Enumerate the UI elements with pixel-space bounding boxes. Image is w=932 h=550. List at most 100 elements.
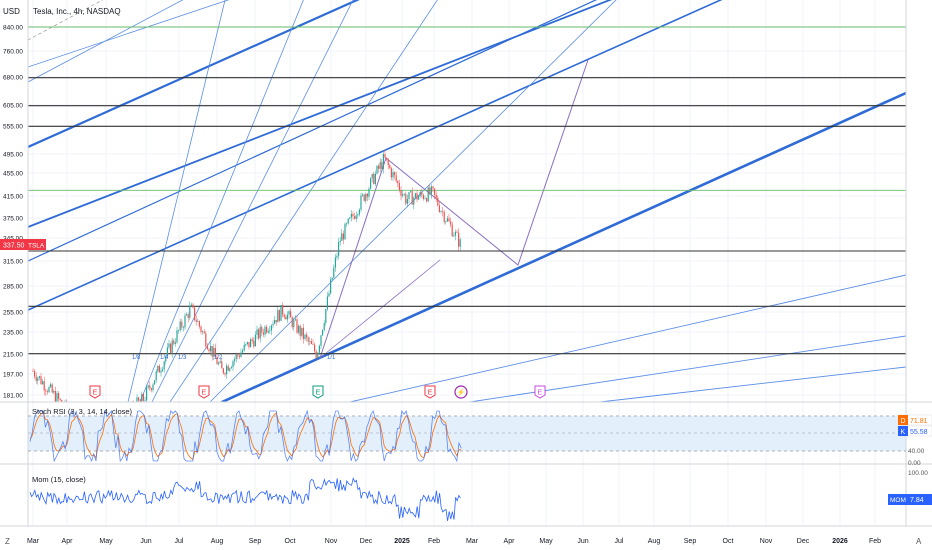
price-axis-label: 197.00	[3, 372, 23, 379]
event-marker-earnings-future[interactable]: E	[534, 385, 546, 399]
mom-axis-top: 100.00	[908, 470, 928, 477]
time-axis-label: 2025	[394, 538, 410, 545]
candle-body	[448, 218, 450, 222]
chart-canvas[interactable]: 1/8 1/4 1/3 1/2 1/1 E E E E ⚡ E 840.00 760.00 680.0…	[0, 0, 932, 550]
price-axis-label: 605.00	[3, 103, 23, 110]
candle-body	[451, 224, 453, 237]
candle-body	[237, 354, 239, 356]
time-axis-label: Dec	[360, 538, 373, 545]
symbol-title[interactable]: Tesla, Inc., 4h, NASDAQ	[33, 7, 121, 16]
candle-body	[355, 215, 357, 219]
candle-body	[410, 191, 412, 193]
time-axis-label: Jul	[175, 538, 184, 545]
candle-body	[299, 325, 301, 336]
candle-body	[222, 368, 224, 374]
event-marker-earnings[interactable]: E	[312, 385, 324, 399]
time-axis-label: Nov	[325, 538, 338, 545]
candle-body	[387, 159, 389, 166]
event-marker-earnings[interactable]: E	[89, 385, 101, 399]
candle-body	[432, 186, 434, 189]
event-marker-earnings[interactable]: E	[424, 385, 436, 399]
time-axis-label: Nov	[760, 538, 773, 545]
auto-scale-button[interactable]: A	[916, 537, 922, 546]
candle-body	[298, 325, 300, 333]
candle-body	[158, 365, 160, 373]
candle-body	[266, 326, 268, 333]
candle-body	[54, 391, 56, 402]
candle-body	[309, 341, 311, 342]
candle-body	[390, 168, 392, 178]
price-axis-label: 680.00	[3, 75, 23, 82]
candle-body	[253, 340, 255, 347]
candle-body	[438, 205, 440, 212]
candle-body	[40, 376, 42, 385]
stoch-band	[28, 416, 906, 451]
candle-body	[195, 320, 197, 322]
candle-body	[181, 321, 183, 328]
candle-body	[382, 154, 384, 169]
time-axis-label: 2026	[832, 538, 848, 545]
candle-body	[232, 361, 234, 368]
candle-body	[357, 214, 359, 216]
candle-body	[48, 386, 50, 393]
candle-body	[144, 400, 146, 401]
mom-badge-value: 7.84	[910, 497, 924, 504]
candle-body	[416, 193, 418, 200]
candle-body	[154, 380, 156, 385]
candle-body	[365, 193, 367, 201]
candle-body	[219, 361, 221, 363]
price-axis-label: 415.00	[3, 194, 23, 201]
price-axis-label: 840.00	[3, 25, 23, 32]
candle-body	[402, 194, 404, 196]
candle-body	[269, 330, 271, 332]
candle-body	[352, 213, 354, 217]
event-marker-dividend-flash[interactable]: ⚡	[454, 385, 468, 399]
candle-body	[443, 211, 445, 223]
candle-body	[179, 321, 181, 331]
fib-label: 1/2	[214, 355, 223, 361]
candle-body	[170, 343, 172, 353]
stoch-title[interactable]: Stoch RSI (3, 3, 14, 14, close)	[32, 407, 133, 416]
candle-body	[442, 211, 444, 212]
event-marker-letter: ⚡	[457, 388, 466, 397]
candle-body	[304, 334, 306, 339]
candle-body	[424, 198, 426, 199]
mom-badge: MOM 7.84	[888, 494, 932, 505]
price-axis-label: 495.00	[3, 152, 23, 159]
candle-body	[251, 339, 253, 341]
candle-body	[200, 326, 202, 332]
candle-body	[427, 187, 429, 202]
time-axis-left-icon[interactable]: Z	[5, 537, 10, 546]
time-axis-label: Aug	[648, 538, 661, 545]
candle-body	[307, 337, 309, 342]
candle-body	[278, 310, 280, 321]
candle-body	[261, 327, 263, 333]
time-axis-label: Oct	[723, 538, 734, 545]
candle-body	[189, 305, 191, 318]
candle-body	[397, 180, 399, 184]
candle-body	[362, 194, 364, 196]
mom-title[interactable]: Mom (15, close)	[32, 475, 86, 484]
candle-body	[342, 233, 344, 240]
candle-body	[453, 235, 455, 237]
candle-body	[435, 194, 437, 198]
candle-body	[218, 362, 220, 365]
candle-body	[350, 213, 352, 218]
time-axis-label: Sep	[684, 538, 697, 545]
candle-body	[162, 369, 164, 371]
candle-body	[354, 216, 356, 219]
time-axis-label: May	[539, 538, 553, 545]
candle-body	[46, 391, 48, 393]
candle-body	[176, 330, 178, 343]
candle-body	[368, 188, 370, 197]
price-axis-label: 760.00	[3, 49, 23, 56]
candle-body	[317, 352, 319, 359]
candle-body	[160, 370, 162, 373]
candle-body	[138, 397, 140, 401]
candle-body	[206, 346, 208, 350]
candle-body	[194, 307, 196, 321]
stoch-k-badge: K 55.58	[897, 425, 932, 437]
candle-body	[376, 165, 378, 174]
event-marker-earnings[interactable]: E	[198, 385, 210, 399]
candle-body	[363, 194, 365, 201]
